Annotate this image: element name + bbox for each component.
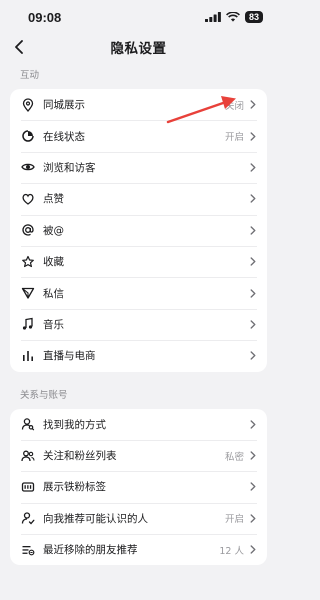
settings-row[interactable]: 点赞 [10,183,267,214]
settings-row[interactable]: 被@ [10,214,267,246]
row-label: 收藏 [43,256,64,269]
settings-row[interactable]: 直播与电商 [10,340,267,371]
chevron-left-icon [15,40,23,54]
chevron-right-icon [249,319,257,329]
page-title: 隐私设置 [110,41,167,57]
removed-list-icon [21,543,35,557]
chevron-right-icon [249,482,257,492]
battery-indicator: 83 [244,11,263,23]
chevron-right-icon [249,419,257,429]
settings-row[interactable]: 在线状态 开启 [10,120,267,151]
row-label: 点赞 [43,193,64,206]
row-label: 展示铁粉标签 [43,481,106,494]
row-value: 关闭 [224,100,244,112]
row-label: 关注和粉丝列表 [43,450,117,463]
row-label: 被@ [43,224,64,237]
settings-row[interactable]: 同城展示 关闭 [10,89,267,120]
settings-row[interactable]: 关注和粉丝列表 私密 [10,439,267,471]
row-value: 12 人 [219,545,244,557]
settings-row[interactable]: 收藏 [10,245,267,277]
chevron-right-icon [249,288,257,298]
row-label: 浏览和访客 [43,161,96,174]
row-label: 向我推荐可能认识的人 [43,512,148,525]
settings-row[interactable]: 向我推荐可能认识的人 开启 [10,502,267,534]
chevron-right-icon [249,545,257,555]
send-icon [21,286,35,300]
chevron-right-icon [249,225,257,235]
location-pin-icon [21,98,35,112]
row-label: 同城展示 [43,99,85,112]
row-value: 开启 [224,132,244,144]
settings-row[interactable]: 展示铁粉标签 [10,471,267,502]
chevron-right-icon [250,163,256,172]
star-icon [21,255,35,269]
row-label: 私信 [43,287,64,300]
badge-icon [21,480,35,494]
wifi-icon [226,12,240,22]
chevron-right-icon [249,100,257,110]
chevron-right-icon [249,194,257,204]
chevron-right-icon [249,351,257,361]
chevron-right-icon [250,100,256,109]
chevron-right-icon [249,131,257,141]
settings-row[interactable]: 音乐 [10,308,267,340]
section-title: 互动 [20,70,40,81]
recommend-user-icon [21,511,35,525]
chevron-right-icon [250,320,256,329]
live-bars-icon [21,349,35,363]
chevron-right-icon [250,420,256,429]
back-button[interactable] [8,36,30,58]
search-user-icon [21,417,35,431]
chevron-right-icon [250,514,256,523]
settings-row[interactable]: 私信 [10,277,267,308]
row-label: 在线状态 [43,130,85,143]
chevron-right-icon [250,131,256,141]
row-label: 找到我的方式 [43,418,106,431]
chevron-right-icon [250,257,256,266]
signal-icon [204,12,221,22]
section-title: 关系与账号 [20,389,68,401]
settings-row[interactable]: 浏览和访客 [10,151,267,183]
row-label: 音乐 [43,318,64,331]
music-icon [21,317,35,331]
at-icon [21,223,35,237]
settings-card: 找到我的方式 关注和粉丝列表 私密展示铁粉标签向我推荐可能认识的人 开启最近移除的朋友… [10,408,267,566]
settings-row[interactable]: 最近移除的朋友推荐 12 人 [10,534,267,565]
settings-card: 同城展示 关闭在线状态 开启浏览和访客点赞被@ 收藏私信音乐直播与电商 [10,89,267,372]
nav-bar: 隐私设置 [0,34,277,60]
chevron-right-icon [250,351,256,360]
chevron-right-icon [250,545,256,554]
chevron-right-icon [250,451,256,460]
chevron-right-icon [249,451,257,461]
chevron-right-icon [250,194,256,204]
row-label: 最近移除的朋友推荐 [43,544,138,557]
users-icon [21,449,35,463]
row-label: 直播与电商 [43,350,96,363]
heart-icon [21,192,35,206]
eye-icon [21,160,35,174]
status-time: 09:08 [28,9,62,25]
chevron-right-icon [250,482,256,492]
row-value: 私密 [224,451,244,463]
online-status-icon [21,129,35,143]
status-bar: 09:08 83 [0,0,277,34]
settings-row[interactable]: 找到我的方式 [10,409,267,440]
chevron-right-icon [249,257,257,267]
settings-list: 互动 同城展示 关闭 在线状态 开启 浏览和访客 点赞 被@ 收藏 私信 音乐 直播与电商 关系与账号找… [0,60,277,566]
chevron-right-icon [250,288,256,298]
chevron-right-icon [249,513,257,523]
chevron-right-icon [250,226,256,235]
row-value: 开启 [224,514,244,526]
chevron-right-icon [249,162,257,172]
status-icons: 83 [204,11,263,23]
